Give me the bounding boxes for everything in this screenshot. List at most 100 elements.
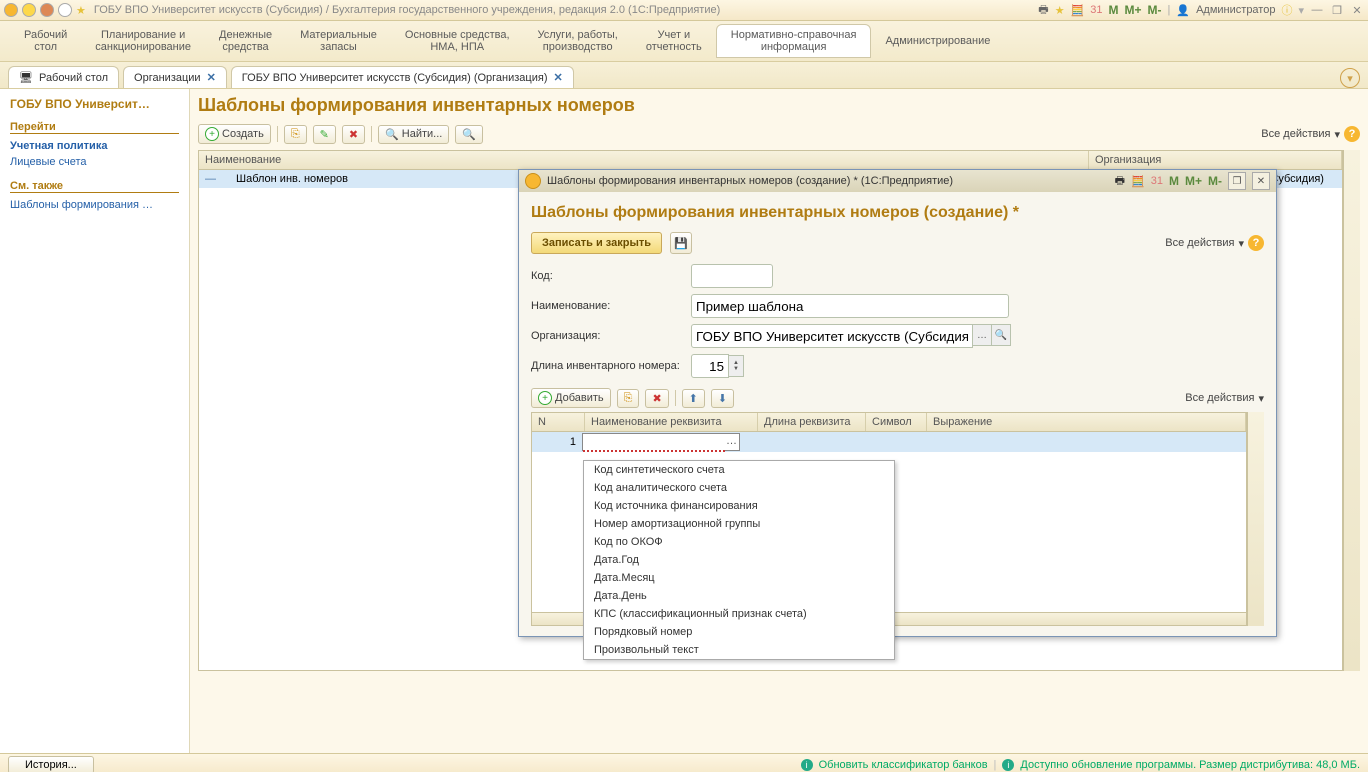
calendar-icon[interactable]: 31 [1151,175,1163,187]
dropdown-option[interactable]: Код аналитического счета [584,479,894,497]
user-label[interactable]: Администратор [1196,4,1275,16]
create-button[interactable]: + Создать [198,124,271,144]
copy-button[interactable]: ⎘ [284,125,307,144]
memory-mminus[interactable]: M- [1148,3,1162,17]
attr-name-editor[interactable]: … [582,433,740,451]
maximize-icon[interactable]: ❐ [1330,3,1344,17]
add-button[interactable]: + Добавить [531,388,611,408]
length-input[interactable] [691,354,729,378]
col-symbol[interactable]: Символ [866,413,927,431]
dropdown-option[interactable]: Номер амортизационной группы [584,515,894,533]
tab-label: ГОБУ ВПО Университет искусств (Субсидия)… [242,72,548,84]
code-label: Код: [531,270,691,282]
org-label: Организация: [531,330,691,342]
dropdown-option[interactable]: Дата.День [584,587,894,605]
favorite-icon[interactable]: ★ [1055,4,1065,17]
copy-row-button[interactable]: ⎘ [617,389,640,408]
calc-icon[interactable]: 🧮 [1131,175,1145,188]
scrollbar[interactable] [1247,412,1264,626]
move-up-button[interactable]: ⬆ [682,389,705,408]
move-down-button[interactable]: ⬇ [711,389,734,408]
open-button[interactable]: 🔍 [992,324,1011,346]
delete-row-button[interactable]: ✖ [645,389,668,408]
col-expr[interactable]: Выражение [927,413,1246,431]
help-icon[interactable]: ? [1344,126,1360,142]
find-button[interactable]: 🔍 Найти... [378,125,449,144]
memory-mminus[interactable]: M- [1208,174,1222,188]
memory-mplus[interactable]: M+ [1185,174,1202,188]
dropdown-option[interactable]: Порядковый номер [584,623,894,641]
menu-item[interactable]: Рабочийстол [10,25,81,57]
history-button[interactable]: История... [8,756,94,772]
sidebar-link[interactable]: Лицевые счета [10,154,179,170]
memory-mplus[interactable]: M+ [1125,3,1142,17]
col-attr-len[interactable]: Длина реквизита [758,413,866,431]
close-icon[interactable]: ✕ [1350,3,1364,17]
close-icon[interactable]: ✕ [207,71,216,84]
menu-item[interactable]: Учет иотчетность [632,25,716,57]
tab-desktop[interactable]: 🖥 Рабочий стол [8,66,119,88]
status-link-1[interactable]: Обновить классификатор банков [819,759,988,771]
save-button[interactable]: 💾 [670,232,692,254]
menu-item[interactable]: Администрирование [871,31,1004,51]
dropdown-option[interactable]: Дата.Год [584,551,894,569]
org-input[interactable] [691,324,973,348]
scrollbar[interactable] [1343,150,1360,671]
all-actions-button[interactable]: Все действия [1261,128,1330,140]
add-label: Добавить [555,392,604,404]
dropdown-option[interactable]: Произвольный текст [584,641,894,659]
table-row[interactable]: 1 … [532,432,1246,452]
sidebar-section-head: Перейти [10,121,179,134]
dropdown-option[interactable]: Код источника финансирования [584,497,894,515]
dropdown-option[interactable]: Дата.Месяц [584,569,894,587]
sidebar-link[interactable]: Шаблоны формирования … [10,197,179,213]
menu-item[interactable]: Денежныесредства [205,25,286,57]
close-icon[interactable]: ✕ [554,71,563,84]
all-actions-button[interactable]: Все действия [1165,237,1234,249]
print-icon[interactable]: 🖶 [1038,1,1048,20]
edit-button[interactable]: ✎ [313,125,336,144]
calendar-icon[interactable]: 31 [1090,4,1102,16]
status-link-2[interactable]: Доступно обновление программы. Размер ди… [1020,759,1360,771]
col-n[interactable]: N [532,413,585,431]
memory-m[interactable]: M [1169,174,1179,188]
attr-name-dropdown[interactable]: Код синтетического счетаКод аналитическо… [583,460,895,660]
arrow-up-icon: ⬆ [689,392,698,405]
help-icon[interactable]: ? [1248,235,1264,251]
maximize-icon[interactable]: ❐ [1228,172,1246,190]
calc-icon[interactable]: 🧮 [1071,4,1085,17]
tab-organization-item[interactable]: ГОБУ ВПО Университет искусств (Субсидия)… [231,66,574,88]
dropdown-option[interactable]: КПС (классификационный признак счета) [584,605,894,623]
dropdown-option[interactable]: Код синтетического счета [584,461,894,479]
select-button[interactable]: … [973,324,992,346]
titlebar: ★ ГОБУ ВПО Университет искусств (Субсиди… [0,0,1368,21]
dialog-titlebar[interactable]: Шаблоны формирования инвентарных номеров… [519,170,1276,192]
close-icon[interactable]: ✕ [1252,172,1270,190]
menu-item[interactable]: Нормативно-справочнаяинформация [716,24,872,58]
code-input[interactable] [691,264,773,288]
menu-item[interactable]: Услуги, работы,производство [524,25,632,57]
attr-name-input[interactable] [583,434,725,452]
dropdown-option[interactable]: Код по ОКОФ [584,533,894,551]
save-and-close-button[interactable]: Записать и закрыть [531,232,662,254]
expand-tabs-button[interactable]: ▾ [1340,68,1360,88]
all-actions-button[interactable]: Все действия [1185,392,1254,404]
sidebar-link[interactable]: Учетная политика [10,138,179,154]
menu-item[interactable]: Планирование исанкционирование [81,25,205,57]
tab-organizations[interactable]: Организации ✕ [123,66,227,88]
col-header-name[interactable]: Наименование [199,151,1089,169]
delete-button[interactable]: ✖ [342,125,365,144]
name-input[interactable] [691,294,1009,318]
dropdown-button[interactable]: … [726,435,737,447]
memory-m[interactable]: M [1109,3,1119,17]
menu-item[interactable]: Материальныезапасы [286,25,391,57]
menu-item[interactable]: Основные средства,НМА, НПА [391,25,524,57]
col-header-org[interactable]: Организация [1089,151,1342,169]
print-icon[interactable]: 🖶 [1115,172,1125,191]
clear-find-button[interactable]: 🔍 [455,125,483,144]
info-icon[interactable]: ⓘ [1281,2,1292,18]
spinner-buttons[interactable]: ▲▼ [729,355,744,377]
star-icon[interactable]: ★ [76,4,86,17]
minimize-icon[interactable]: — [1310,3,1324,17]
col-attr-name[interactable]: Наименование реквизита [585,413,758,431]
